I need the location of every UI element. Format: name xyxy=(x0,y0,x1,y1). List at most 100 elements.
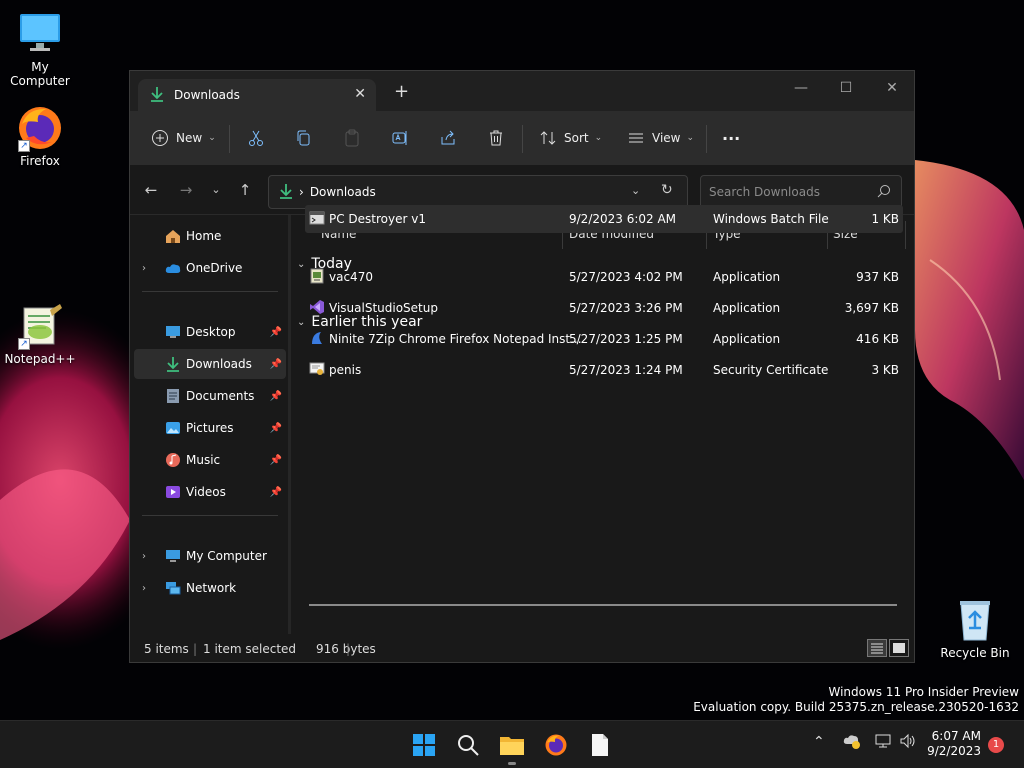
search-button[interactable] xyxy=(452,729,484,761)
maximize-button[interactable]: ☐ xyxy=(831,77,861,101)
nav-item-my-computer[interactable]: › My Computer xyxy=(134,541,286,571)
shortcut-arrow-icon: ↗ xyxy=(18,338,30,350)
close-button[interactable]: ✕ xyxy=(877,77,907,101)
nav-item-onedrive[interactable]: › OneDrive xyxy=(134,253,286,283)
status-selected-count: 1 item selected xyxy=(203,642,297,656)
monitor-icon xyxy=(164,547,182,565)
nav-item-network[interactable]: › Network xyxy=(134,573,286,603)
desktop-icon-firefox[interactable]: ↗ Firefox xyxy=(0,104,80,168)
new-button[interactable]: New ⌄ xyxy=(150,126,216,150)
trash-icon xyxy=(486,128,506,148)
chevron-right-icon[interactable]: › xyxy=(142,583,146,594)
address-bar[interactable]: › Downloads ⌄ ↻ xyxy=(268,175,688,209)
show-hidden-icons-button[interactable]: ⌃ xyxy=(813,734,825,750)
network-icon[interactable] xyxy=(874,733,892,753)
horizontal-scrollbar[interactable] xyxy=(309,604,897,606)
up-button[interactable]: ↑ xyxy=(234,179,256,201)
recent-locations-button[interactable]: ⌄ xyxy=(205,179,227,201)
nav-item-label: Music xyxy=(186,453,221,467)
refresh-icon[interactable]: ↻ xyxy=(661,182,673,198)
minimize-button[interactable]: — xyxy=(786,77,816,101)
breadcrumb-downloads[interactable]: Downloads xyxy=(310,185,376,199)
taskbar-notepad[interactable] xyxy=(584,729,616,761)
music-folder-icon xyxy=(164,451,182,469)
file-name: PC Destroyer v1 xyxy=(329,212,426,226)
delete-button[interactable] xyxy=(486,126,506,150)
pin-icon[interactable]: 📌 xyxy=(270,391,282,402)
nav-item-downloads[interactable]: Downloads 📌 xyxy=(134,349,286,379)
pin-icon[interactable]: 📌 xyxy=(270,455,282,466)
nav-item-label: Videos xyxy=(186,485,226,499)
status-separator: | xyxy=(346,642,351,656)
pin-icon[interactable]: 📌 xyxy=(270,327,282,338)
windows-logo-icon xyxy=(413,734,435,756)
file-row[interactable]: vac470 5/27/2023 4:02 PM Application 937 KB xyxy=(305,263,903,291)
downloads-folder-icon xyxy=(164,355,182,373)
nav-item-label: Downloads xyxy=(186,357,252,371)
status-separator: | xyxy=(193,642,198,656)
chevron-right-icon[interactable]: › xyxy=(142,263,146,274)
chevron-down-icon: ⌄ xyxy=(686,133,695,143)
new-label: New xyxy=(176,131,203,145)
new-tab-button[interactable]: + xyxy=(394,83,409,101)
desktop-icon-recycle-bin[interactable]: Recycle Bin xyxy=(935,596,1015,660)
file-row[interactable]: PC Destroyer v1 9/2/2023 6:02 AM Windows B… xyxy=(305,205,903,233)
nav-item-home[interactable]: Home xyxy=(134,221,286,251)
clock[interactable]: 6:07 AM 9/2/2023 xyxy=(927,729,981,759)
file-name: VisualStudioSetup xyxy=(329,301,438,315)
nav-item-videos[interactable]: Videos 📌 xyxy=(134,477,286,507)
search-input[interactable] xyxy=(709,185,869,199)
file-row[interactable]: VisualStudioSetup 5/27/2023 3:26 PM Applic… xyxy=(305,294,903,322)
nav-item-music[interactable]: Music 📌 xyxy=(134,445,286,475)
file-size: 3 KB xyxy=(871,363,899,377)
volume-icon[interactable] xyxy=(899,733,917,753)
column-separator[interactable] xyxy=(905,221,906,249)
desktop-folder-icon xyxy=(164,323,182,341)
details-view-button[interactable] xyxy=(867,639,887,657)
rename-icon xyxy=(390,128,410,148)
desktop-icon-label: My Computer xyxy=(10,60,70,88)
search-icon[interactable] xyxy=(877,184,891,201)
nav-item-desktop[interactable]: Desktop 📌 xyxy=(134,317,286,347)
view-lines-icon xyxy=(626,128,646,148)
paste-button[interactable] xyxy=(342,126,362,150)
sort-button[interactable]: Sort ⌄ xyxy=(538,126,602,150)
notification-badge[interactable]: 1 xyxy=(988,737,1004,753)
share-button[interactable] xyxy=(438,126,458,150)
shortcut-arrow-icon: ↗ xyxy=(18,140,30,152)
recycle-bin-icon xyxy=(951,596,999,644)
status-bar: 5 items | 1 item selected 916 bytes | xyxy=(130,634,914,662)
pin-icon[interactable]: 📌 xyxy=(270,423,282,434)
nav-item-documents[interactable]: Documents 📌 xyxy=(134,381,286,411)
tiles-view-button[interactable] xyxy=(889,639,909,657)
desktop-icon-notepadpp[interactable]: ↗ Notepad++ xyxy=(0,302,80,366)
file-row[interactable]: Ninite 7Zip Chrome Firefox Notepad Inst.… xyxy=(305,325,903,353)
scissors-icon xyxy=(246,128,266,148)
address-dropdown-icon[interactable]: ⌄ xyxy=(631,184,640,197)
start-button[interactable] xyxy=(408,729,440,761)
tab-downloads[interactable]: Downloads ✕ xyxy=(138,79,376,111)
back-button[interactable]: ← xyxy=(140,179,162,201)
rename-button[interactable] xyxy=(390,126,410,150)
forward-button[interactable]: → xyxy=(175,179,197,201)
view-button[interactable]: View ⌄ xyxy=(626,126,694,150)
taskbar-file-explorer[interactable] xyxy=(496,729,528,765)
pin-icon[interactable]: 📌 xyxy=(270,487,282,498)
cut-button[interactable] xyxy=(246,126,266,150)
copy-button[interactable] xyxy=(294,126,314,150)
breadcrumb-separator[interactable]: › xyxy=(299,185,304,199)
file-row[interactable]: penis 5/27/2023 1:24 PM Security Certifica… xyxy=(305,356,903,384)
pin-icon[interactable]: 📌 xyxy=(270,359,282,370)
nav-item-pictures[interactable]: Pictures 📌 xyxy=(134,413,286,443)
search-box[interactable] xyxy=(700,175,902,209)
tab-close-icon[interactable]: ✕ xyxy=(354,86,366,102)
desktop-icon-label: Firefox xyxy=(20,154,60,168)
clock-time: 6:07 AM xyxy=(931,729,981,743)
chevron-right-icon[interactable]: › xyxy=(142,551,146,562)
more-dots-icon: ··· xyxy=(722,128,741,148)
desktop-icon-my-computer[interactable]: My Computer xyxy=(0,10,80,88)
taskbar-firefox[interactable] xyxy=(540,729,572,761)
onedrive-warning-icon[interactable] xyxy=(843,733,861,753)
more-options-button[interactable]: ··· xyxy=(722,126,740,150)
file-type: Application xyxy=(713,270,781,284)
